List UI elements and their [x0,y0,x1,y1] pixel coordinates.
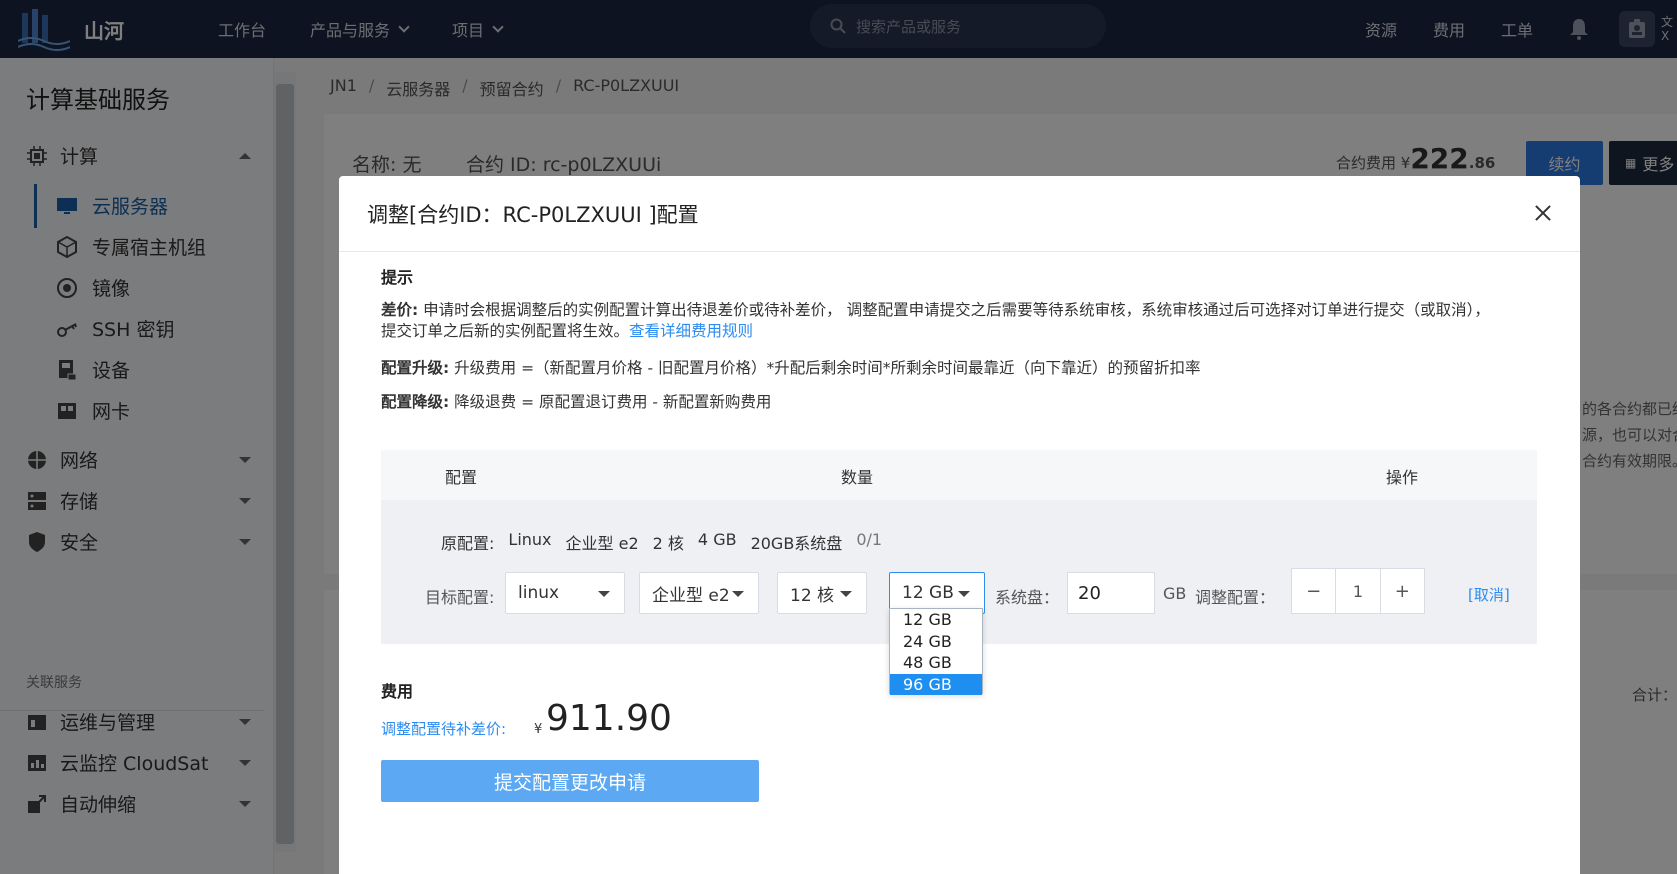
fee-label: 调整配置待补差价: [381,720,507,738]
tip-title: 提示 [381,268,414,287]
memory-option[interactable]: 12 GB [890,609,982,631]
memory-option[interactable]: 24 GB [890,631,982,653]
col-action: 操作 [1386,468,1419,487]
caret-down-icon [598,591,610,597]
original-cpu: 2 核 [652,534,684,553]
tip-upgrade: 配置升级: 升级费用 =（新配置月价格 - 旧配置月价格）*升配后剩余时间*所剩… [381,358,1501,379]
original-count: 0/1 [856,530,883,549]
tip-diff: 差价: 申请时会根据调整后的实例配置计算出待退差价或待补差价， 调整配置申请提交… [381,300,1501,342]
tip-diff-label: 差价: [381,301,419,319]
os-select-value: linux [518,583,560,603]
caret-down-icon [840,591,852,597]
target-label: 目标配置: [425,588,495,607]
original-label: 原配置: [441,534,495,553]
increment-button[interactable]: + [1381,569,1424,613]
caret-down-icon [958,591,970,597]
fee-currency: ¥ [534,722,543,737]
caret-down-icon [732,591,744,597]
quantity-stepper: − 1 + [1291,568,1425,614]
memory-options-list: 12 GB 24 GB 48 GB 96 GB [889,608,983,695]
modal-header: 调整[合约ID：RC-P0LZXUUI ]配置 [339,176,1580,252]
tip-upgrade-label: 配置升级: [381,359,450,377]
original-config-row: 原配置: Linux 企业型 e2 2 核 4 GB 20GB系统盘 0/1 [441,530,882,554]
col-quantity: 数量 [841,468,874,487]
original-disk: 20GB系统盘 [750,534,843,553]
os-select[interactable]: linux [505,572,625,614]
config-table-header: 配置 数量 操作 [381,450,1537,500]
memory-select-value: 12 GB [902,583,954,603]
tip-downgrade-text: 降级退费 = 原配置退订费用 - 新配置新购费用 [454,393,772,411]
memory-option[interactable]: 48 GB [890,652,982,674]
memory-option-highlighted[interactable]: 96 GB [890,673,982,695]
quantity-value[interactable]: 1 [1335,569,1381,613]
modal-title: 调整[合约ID：RC-P0LZXUUI ]配置 [367,202,699,227]
decrement-button[interactable]: − [1292,569,1335,613]
adjust-qty-label: 调整配置： [1195,588,1276,607]
close-icon[interactable] [1532,202,1554,224]
tip-downgrade: 配置降级: 降级退费 = 原配置退订费用 - 新配置新购费用 [381,392,1501,413]
fee-title: 费用 [381,682,414,701]
original-mem: 4 GB [697,530,737,549]
tip-upgrade-text: 升级费用 =（新配置月价格 - 旧配置月价格）*升配后剩余时间*所剩余时间最靠近… [454,359,1201,377]
type-select-value: 企业型 e2 [652,585,730,606]
cancel-link[interactable]: [取消] [1468,584,1510,605]
adjust-config-modal: 调整[合约ID：RC-P0LZXUUI ]配置 提示 差价: 申请时会根据调整后… [339,176,1580,874]
fee-amount: 911.90 [546,698,672,739]
tip-diff-text: 申请时会根据调整后的实例配置计算出待退差价或待补差价， 调整配置申请提交之后需要… [381,301,1490,340]
col-config: 配置 [445,468,478,487]
submit-button[interactable]: 提交配置更改申请 [381,760,759,802]
type-select[interactable]: 企业型 e2 [639,572,759,614]
original-os: Linux [508,530,552,549]
fee-rules-link[interactable]: 查看详细费用规则 [629,322,753,340]
cpu-select[interactable]: 12 核 [777,572,867,614]
disk-unit: GB [1163,584,1187,603]
tip-downgrade-label: 配置降级: [381,393,450,411]
system-disk-input[interactable]: 20 [1067,572,1155,614]
cpu-select-value: 12 核 [790,585,835,606]
original-type: 企业型 e2 [565,534,639,553]
disk-label: 系统盘： [995,588,1060,607]
